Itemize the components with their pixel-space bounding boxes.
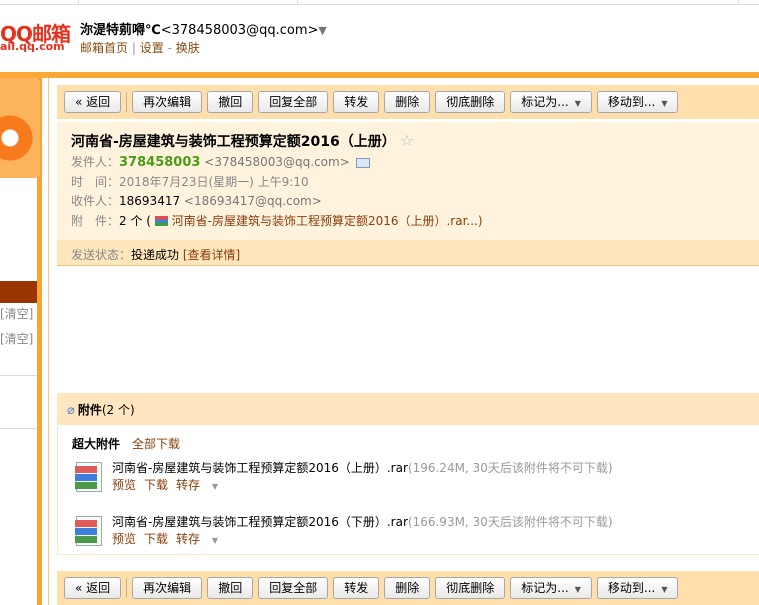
time-row: 时 间：2018年7月23日(星期一) 上午9:10	[71, 173, 746, 193]
attachment-name[interactable]: 河南省-房屋建筑与装饰工程预算定额2016（下册）.rar	[112, 515, 408, 529]
link-mail-home[interactable]: 邮箱首页	[80, 41, 128, 55]
link-settings[interactable]: 设置	[140, 41, 164, 55]
link-skin[interactable]: 换肤	[176, 41, 200, 55]
recall-button[interactable]: 撤回	[207, 91, 254, 113]
caret-down-icon: ▼	[211, 482, 219, 491]
preview-link[interactable]: 预览	[112, 532, 136, 546]
rar-file-icon	[154, 216, 168, 226]
mark-as-dropdown[interactable]: 标记为... ▼	[510, 91, 592, 113]
attachment-label: 附 件：	[71, 213, 120, 228]
sender-row: 发件人：378458003 <378458003@qq.com>	[71, 153, 746, 173]
delete-permanently-button[interactable]: 彻底删除	[435, 577, 506, 599]
move-to-label: 移动到...	[607, 581, 656, 595]
mail-header: 河南省-房屋建筑与装饰工程预算定额2016（上册） ☆ 发件人：378458003…	[57, 122, 759, 240]
attachment-row: 附 件：2 个 ( 河南省-房屋建筑与装饰工程预算定额2016（上册）.rar.…	[71, 212, 746, 232]
attachment-item: 河南省-房屋建筑与装饰工程预算定额2016（上册）.rar(196.24M, 3…	[72, 460, 746, 506]
back-button[interactable]: « 返回	[64, 577, 122, 599]
save-label: 转存	[176, 478, 201, 492]
divider	[126, 578, 128, 598]
delete-button[interactable]: 删除	[384, 91, 431, 113]
time-label: 时 间：	[71, 174, 120, 189]
mail-subject: 河南省-房屋建筑与装饰工程预算定额2016（上册） ☆	[71, 131, 746, 153]
star-icon[interactable]: ☆	[400, 131, 414, 150]
recipient-label: 收件人：	[71, 194, 120, 208]
status-label: 发送状态：	[71, 248, 132, 262]
caret-down-icon: ▼	[661, 585, 668, 594]
forward-button[interactable]: 转发	[333, 91, 380, 113]
save-to-dropdown[interactable]: 转存 ▼	[176, 478, 226, 492]
attachment-meta: (196.24M, 30天后该附件将不可下载)	[407, 461, 613, 475]
reply-all-button[interactable]: 回复全部	[258, 91, 329, 113]
delete-permanently-button[interactable]: 彻底删除	[435, 91, 506, 113]
attachments-title: 附件	[77, 403, 102, 417]
recipient-email: <18693417@qq.com>	[183, 194, 322, 208]
caret-down-icon: ▼	[661, 99, 668, 108]
section-label: 超大附件	[72, 437, 121, 451]
caret-down-icon: ▼	[574, 585, 581, 594]
divider	[0, 375, 37, 376]
caret-down-icon[interactable]: ▼	[318, 24, 326, 37]
attachments-header: ⌀ 附件(2 个)	[57, 393, 759, 425]
move-to-dropdown[interactable]: 移动到... ▼	[596, 577, 679, 599]
re-edit-button[interactable]: 再次编辑	[132, 91, 203, 113]
qq-mail-logo-url: ail.qq.com	[0, 40, 65, 53]
sender-email: <378458003@qq.com>	[204, 155, 350, 169]
top-strip	[0, 0, 759, 5]
clear-button[interactable]: [清空]	[0, 305, 33, 322]
attachment-count: 2 个 (	[119, 213, 151, 228]
user-name: 沵湜特莂嘚℃	[80, 23, 161, 38]
sender-name[interactable]: 378458003	[119, 155, 200, 170]
sidebar-banner	[0, 78, 40, 178]
mark-as-label: 标记为...	[521, 95, 569, 109]
mark-as-label: 标记为...	[521, 581, 569, 595]
attachment-link[interactable]: 河南省-房屋建筑与装饰工程预算定额2016（上册）.rar...)	[172, 214, 483, 228]
sidebar-active-item[interactable]	[0, 281, 37, 303]
user-account[interactable]: 沵湜特莂嘚℃<378458003@qq.com>▼	[80, 19, 327, 38]
download-all-link[interactable]: 全部下载	[132, 437, 180, 451]
forward-button[interactable]: 转发	[333, 577, 380, 599]
large-attachments-heading: 超大附件 全部下载	[72, 435, 746, 452]
save-to-dropdown[interactable]: 转存 ▼	[176, 532, 226, 546]
download-link[interactable]: 下载	[144, 478, 168, 492]
attachments-list: 超大附件 全部下载 河南省-房屋建筑与装饰工程预算定额2016（上册）.rar(…	[57, 425, 759, 555]
recipient-name[interactable]: 18693417	[119, 194, 180, 208]
rar-file-icon	[75, 462, 102, 492]
mark-as-dropdown[interactable]: 标记为... ▼	[510, 577, 592, 599]
preview-link[interactable]: 预览	[112, 478, 136, 492]
subject-text: 河南省-房屋建筑与装饰工程预算定额2016（上册）	[71, 134, 396, 150]
caret-down-icon: ▼	[574, 99, 581, 108]
back-button[interactable]: « 返回	[64, 91, 122, 113]
toolbar-top: « 返回 再次编辑 撤回 回复全部 转发 删除 彻底删除 标记为... ▼ 移动到…	[57, 85, 759, 119]
contact-card-icon[interactable]	[355, 157, 370, 168]
reply-all-button[interactable]: 回复全部	[258, 577, 329, 599]
caret-down-icon: ▼	[211, 536, 219, 545]
divider	[0, 428, 37, 429]
move-to-label: 移动到...	[607, 95, 656, 109]
sender-label: 发件人：	[71, 155, 120, 169]
attachments-count: (2 个)	[101, 403, 135, 417]
attachment-name[interactable]: 河南省-房屋建筑与装饰工程预算定额2016（上册）.rar	[112, 461, 408, 475]
toolbar-bottom: « 返回 再次编辑 撤回 回复全部 转发 删除 彻底删除 标记为... ▼ 移动到…	[57, 571, 759, 605]
status-value: 投递成功	[131, 248, 180, 262]
mail-read-panel: « 返回 再次编辑 撤回 回复全部 转发 删除 彻底删除 标记为... ▼ 移动到…	[48, 78, 759, 605]
save-label: 转存	[176, 532, 201, 546]
paperclip-icon: ⌀	[67, 403, 75, 418]
view-details-link[interactable]: [查看详情]	[183, 248, 240, 262]
download-link[interactable]: 下载	[144, 532, 168, 546]
time-value: 2018年7月23日(星期一) 上午9:10	[119, 174, 309, 189]
sidebar: [清空] [清空]	[0, 78, 42, 605]
rar-file-icon	[75, 516, 102, 546]
re-edit-button[interactable]: 再次编辑	[132, 577, 203, 599]
move-to-dropdown[interactable]: 移动到... ▼	[596, 91, 679, 113]
divider	[126, 92, 128, 112]
header-links: 邮箱首页 | 设置 - 换肤	[80, 41, 200, 55]
recall-button[interactable]: 撤回	[207, 577, 254, 599]
user-email: <378458003@qq.com>	[160, 23, 319, 38]
delete-button[interactable]: 删除	[384, 577, 431, 599]
attachment-meta: (166.93M, 30天后该附件将不可下载)	[407, 515, 613, 529]
clear-button[interactable]: [清空]	[0, 330, 33, 347]
attachment-item: 河南省-房屋建筑与装饰工程预算定额2016（下册）.rar(166.93M, 3…	[72, 514, 746, 560]
recipient-row: 收件人：18693417 <18693417@qq.com>	[71, 192, 746, 212]
delivery-status: 发送状态：投递成功 [查看详情]	[57, 240, 759, 266]
